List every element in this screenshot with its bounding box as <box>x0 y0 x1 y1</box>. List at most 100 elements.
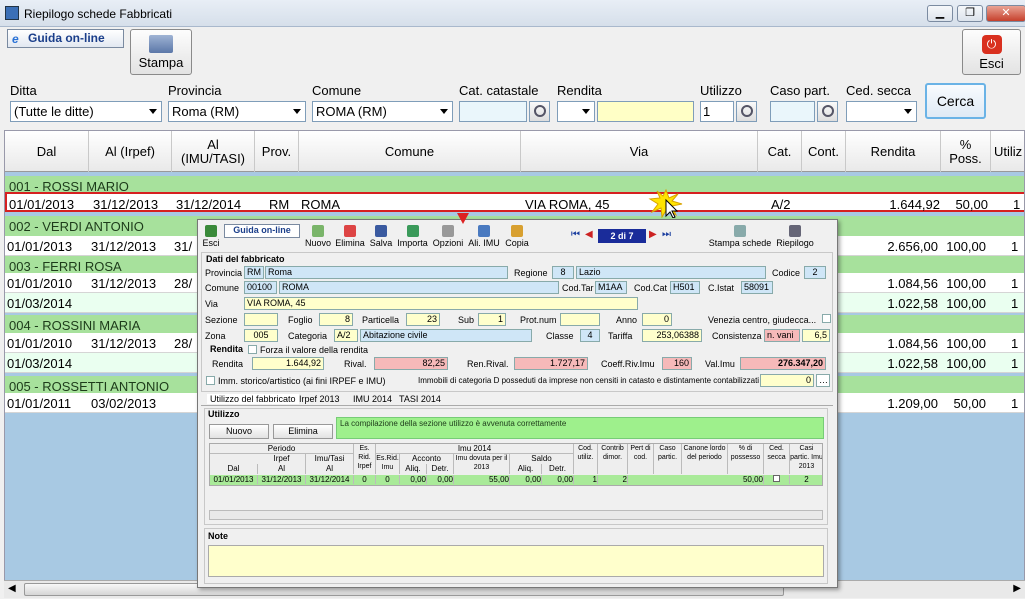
th-aliq: Aliq. <box>400 464 427 474</box>
protnum-field[interactable] <box>560 313 600 326</box>
popup-aliimu-button[interactable]: Ali. IMU <box>466 223 502 251</box>
table-row[interactable]: 01/01/2013 31/12/2013 31/12/2014 RM ROMA… <box>5 192 1024 212</box>
label: Guida on-line <box>233 225 291 235</box>
popup-elimina-button[interactable]: Elimina <box>334 223 366 251</box>
col-utiliz[interactable]: Utiliz <box>991 131 1024 172</box>
coeff-field[interactable]: 160 <box>662 357 692 370</box>
table-row[interactable]: 01/01/2013 31/12/2013 31/12/2014 0 0 0,0… <box>210 475 822 485</box>
categoria-field[interactable]: A/2 <box>334 329 358 342</box>
prev-record-icon[interactable]: ◀ <box>585 229 593 240</box>
cat-catastale-input[interactable] <box>459 101 527 122</box>
valimu-field[interactable]: 276.347,20 <box>740 357 826 370</box>
minimize-button[interactable]: ▁ <box>927 5 953 22</box>
col-cont[interactable]: Cont. <box>802 131 846 172</box>
codtar-field[interactable]: M1AA <box>595 281 627 294</box>
comune-select[interactable]: ROMA (RM) <box>312 101 453 122</box>
maximize-button[interactable]: ❐ <box>957 5 983 22</box>
popup-salva-button[interactable]: Salva <box>368 223 394 251</box>
search-icon[interactable] <box>736 101 757 122</box>
popup-importa-button[interactable]: Importa <box>395 223 430 251</box>
cap-field[interactable]: 00100 <box>244 281 277 294</box>
utilizzo-nuovo-button[interactable]: Nuovo <box>209 424 269 439</box>
particella-field[interactable]: 23 <box>406 313 440 326</box>
consistenza-unit-field[interactable]: n. vani <box>764 329 800 342</box>
sezione-field[interactable] <box>244 313 278 326</box>
rendita-operator-select[interactable] <box>557 101 595 122</box>
col-rendita[interactable]: Rendita <box>846 131 941 172</box>
sub-field[interactable]: 1 <box>478 313 506 326</box>
table-scrollbar[interactable] <box>209 510 823 520</box>
venezia-checkbox[interactable] <box>822 314 831 323</box>
rival-field[interactable]: 82,25 <box>374 357 448 370</box>
rendita-field[interactable]: 1.644,92 <box>252 357 324 370</box>
esci-button[interactable]: ⏻ Esci <box>962 29 1021 75</box>
ced-secca-checkbox[interactable] <box>764 475 790 484</box>
ced-secca-select[interactable] <box>846 101 917 122</box>
col-comune[interactable]: Comune <box>299 131 521 172</box>
utilizzo-input[interactable]: 1 <box>700 101 734 122</box>
tab-utilizzo[interactable]: Utilizzo del fabbricato <box>207 394 299 404</box>
popup-stampa-schede-button[interactable]: Stampa schede <box>706 223 774 251</box>
guida-online-button[interactable]: e Guida on-line <box>7 29 124 48</box>
cell: 31/12/2013 <box>91 276 157 291</box>
cell: 31/ <box>174 239 193 254</box>
label: Tariffa <box>608 331 633 341</box>
col-cat[interactable]: Cat. <box>758 131 802 172</box>
th-esrid-imu: Es.Rid. Imu <box>376 454 400 474</box>
classe-field[interactable]: 4 <box>580 329 600 342</box>
rendita-input[interactable] <box>597 101 694 122</box>
provincia-select[interactable]: Roma (RM) <box>168 101 306 122</box>
popup-copia-button[interactable]: Copia <box>504 223 530 251</box>
close-window-button[interactable]: ✕ <box>986 5 1025 22</box>
codice-field[interactable]: 2 <box>804 266 826 279</box>
imm-storico-checkbox[interactable] <box>206 376 215 385</box>
utilizzo-elimina-button[interactable]: Elimina <box>273 424 333 439</box>
col-dal[interactable]: Dal <box>5 131 89 172</box>
comune-name-field[interactable]: ROMA <box>279 281 559 294</box>
col-al-imu[interactable]: Al (IMU/TASI) <box>172 131 255 172</box>
tariffa-field[interactable]: 253,06388 <box>642 329 702 342</box>
consistenza-field[interactable]: 6,5 <box>802 329 830 342</box>
last-record-icon[interactable]: ⏭ <box>662 229 671 240</box>
first-record-icon[interactable]: ⏮ <box>571 229 580 240</box>
anno-field[interactable]: 0 <box>642 313 672 326</box>
col-via[interactable]: Via <box>521 131 758 172</box>
popup-opzioni-button[interactable]: Opzioni <box>431 223 465 251</box>
rendita-section-title: Rendita <box>210 344 244 354</box>
zona-field[interactable]: 005 <box>244 329 278 342</box>
chevron-left-icon[interactable]: ◀ <box>8 583 16 594</box>
popup-guida-button[interactable]: Guida on-line <box>224 224 300 238</box>
forza-checkbox[interactable] <box>248 345 257 354</box>
via-field[interactable]: VIA ROMA, 45 <box>244 297 638 310</box>
search-icon[interactable] <box>817 101 838 122</box>
search-icon[interactable] <box>529 101 550 122</box>
popup-nuovo-button[interactable]: Nuovo <box>304 223 332 251</box>
regione-name-field[interactable]: Lazio <box>576 266 766 279</box>
regione-code-field[interactable]: 8 <box>552 266 574 279</box>
provincia-name-field[interactable]: Roma <box>265 266 508 279</box>
categoria-desc-field[interactable]: Abitazione civile <box>360 329 532 342</box>
immobili-field[interactable]: 0 <box>760 374 814 387</box>
note-textarea[interactable] <box>208 545 824 577</box>
stampa-button[interactable]: Stampa <box>130 29 192 75</box>
renrival-field[interactable]: 1.727,17 <box>514 357 588 370</box>
codcat-field[interactable]: H501 <box>670 281 700 294</box>
popup-riepilogo-button[interactable]: Riepilogo <box>775 223 815 251</box>
ditta-select[interactable]: (Tutte le ditte) <box>10 101 162 122</box>
cerca-button[interactable]: Cerca <box>925 83 986 119</box>
col-poss[interactable]: % Poss. <box>941 131 991 172</box>
tab-tasi[interactable]: TASI 2014 <box>399 394 441 404</box>
chevron-right-icon[interactable]: ▶ <box>1013 583 1021 594</box>
popup-esci-button[interactable]: Esci <box>200 223 222 251</box>
more-button[interactable]: … <box>816 374 830 387</box>
provincia-code-field[interactable]: RM <box>244 266 264 279</box>
caso-part-input[interactable] <box>770 101 815 122</box>
next-record-icon[interactable]: ▶ <box>649 229 657 240</box>
col-prov[interactable]: Prov. <box>255 131 299 172</box>
cell: A/2 <box>771 197 791 212</box>
foglio-field[interactable]: 8 <box>319 313 353 326</box>
cistat-field[interactable]: 58091 <box>741 281 773 294</box>
col-al-irpef[interactable]: Al (Irpef) <box>89 131 172 172</box>
tab-imu[interactable]: IMU 2014 <box>353 394 392 404</box>
tab-irpef[interactable]: Irpef 2013 <box>299 394 340 404</box>
